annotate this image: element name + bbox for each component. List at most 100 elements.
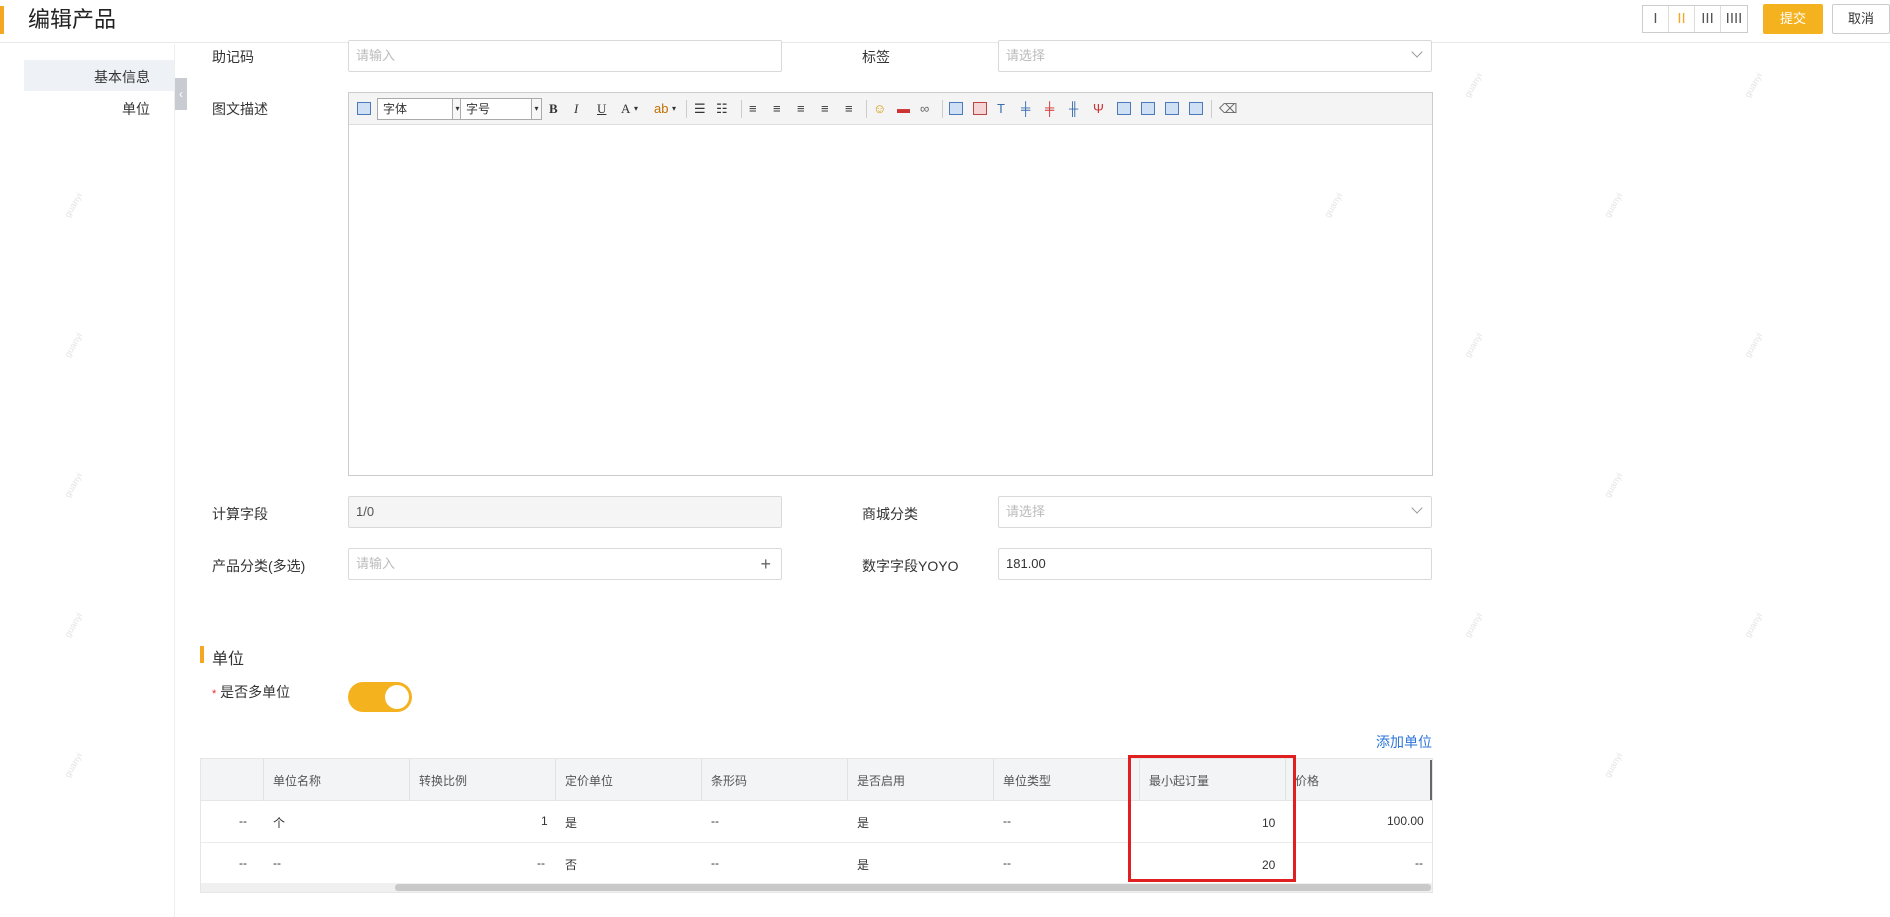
align-justify-icon[interactable]: ≡: [845, 101, 853, 117]
tags-select[interactable]: 请选择: [998, 40, 1432, 72]
page-title: 编辑产品: [28, 7, 117, 32]
merge-down-icon[interactable]: [1165, 102, 1179, 115]
font-color-icon[interactable]: A: [621, 101, 630, 117]
enabled-cell[interactable]: 是: [857, 856, 869, 873]
unordered-list-icon[interactable]: ☷: [716, 101, 728, 117]
chevron-down-icon: [1411, 502, 1423, 514]
mall-category-select[interactable]: 请选择: [998, 496, 1432, 528]
insert-table-icon[interactable]: [949, 102, 963, 115]
align-center-icon[interactable]: ≡: [797, 101, 805, 117]
enabled-cell[interactable]: 是: [857, 814, 869, 831]
column-header[interactable]: 价格: [1295, 772, 1319, 789]
product-category-label: 产品分类(多选): [212, 558, 306, 574]
ordered-list-icon[interactable]: ☰: [694, 101, 706, 117]
multi-unit-toggle[interactable]: [348, 682, 412, 712]
column-divider: [701, 759, 702, 801]
ratio-cell[interactable]: 1: [541, 814, 548, 828]
eraser-icon[interactable]: ⌫: [1219, 101, 1237, 117]
layout-3-column-button[interactable]: III: [1695, 6, 1721, 32]
font-family-select[interactable]: 字体: [377, 98, 453, 120]
underline-icon[interactable]: U: [597, 101, 606, 117]
number-field-label: 数字字段YOYO: [862, 558, 959, 574]
unit-type-cell[interactable]: --: [1003, 814, 1011, 828]
unit-type-cell[interactable]: --: [1003, 856, 1011, 870]
submit-button[interactable]: 提交: [1763, 4, 1823, 34]
indent-icon[interactable]: ≡: [749, 101, 757, 117]
product-category-input[interactable]: 请输入 +: [348, 548, 782, 580]
scrollbar-thumb[interactable]: [395, 884, 1431, 891]
price-cell[interactable]: --: [1415, 856, 1423, 870]
price-cell[interactable]: 100.00: [1387, 814, 1424, 828]
column-divider: [555, 759, 556, 801]
title-accent-bar: [0, 6, 4, 34]
nav-item-basic-info[interactable]: 基本信息: [94, 67, 150, 87]
column-header[interactable]: 单位名称: [273, 772, 321, 789]
highlight-dropdown-icon[interactable]: ▾: [672, 101, 676, 117]
required-star: *: [212, 688, 217, 700]
delete-table-icon[interactable]: [973, 102, 987, 115]
align-right-icon[interactable]: ≡: [821, 101, 829, 117]
layout-1-column-button[interactable]: I: [1643, 6, 1669, 32]
toolbar-divider: [866, 100, 867, 118]
product-category-placeholder: 请输入: [356, 556, 396, 571]
unit-name-cell[interactable]: 个: [273, 814, 285, 831]
highlight-annotation-box: [1128, 755, 1296, 882]
pricing-unit-cell[interactable]: 是: [565, 814, 577, 831]
merge-cells-icon[interactable]: [1117, 102, 1131, 115]
number-field-input[interactable]: 181.00: [998, 548, 1432, 580]
image-icon[interactable]: ▬: [897, 101, 910, 117]
column-header[interactable]: 单位类型: [1003, 772, 1051, 789]
computed-field-label: 计算字段: [212, 506, 268, 522]
font-size-select[interactable]: 字号: [460, 98, 532, 120]
column-header[interactable]: 条形码: [711, 772, 747, 789]
delete-column-icon[interactable]: Ψ: [1093, 101, 1104, 117]
toolbar-divider: [1211, 100, 1212, 118]
column-header[interactable]: 定价单位: [565, 772, 613, 789]
align-left-icon[interactable]: ≡: [773, 101, 781, 117]
editor-content-area[interactable]: [349, 125, 1432, 475]
cancel-button[interactable]: 取消: [1832, 4, 1890, 34]
add-icon[interactable]: +: [760, 549, 771, 579]
toggle-knob: [385, 685, 409, 709]
column-header[interactable]: 转换比例: [419, 772, 467, 789]
mnemonic-input[interactable]: 请输入: [348, 40, 782, 72]
column-divider: [409, 759, 410, 801]
unit-name-cell[interactable]: --: [273, 856, 281, 870]
horizontal-scrollbar[interactable]: [201, 883, 1432, 892]
editor-toolbar: 字体 ▾ 字号 ▾ B I U A ▾ ab ▾ ☰ ☷ ≡ ≡ ≡ ≡ ≡ ☺…: [349, 93, 1432, 125]
barcode-cell[interactable]: --: [711, 856, 719, 870]
ratio-cell[interactable]: --: [537, 856, 545, 870]
insert-row-icon[interactable]: ╪: [1021, 101, 1030, 117]
anchor-nav: 基本信息 单位: [0, 44, 175, 917]
column-divider: [847, 759, 848, 801]
pricing-unit-cell[interactable]: 否: [565, 856, 577, 873]
mall-category-label: 商城分类: [862, 506, 918, 522]
delete-row-icon[interactable]: ╪: [1045, 101, 1054, 117]
insert-column-icon[interactable]: ╫: [1069, 101, 1078, 117]
rich-text-editor: 字体 ▾ 字号 ▾ B I U A ▾ ab ▾ ☰ ☷ ≡ ≡ ≡ ≡ ≡ ☺…: [348, 92, 1433, 476]
source-code-icon[interactable]: [357, 102, 371, 115]
link-icon[interactable]: ∞: [920, 101, 929, 117]
column-layout-switch: I II III IIII: [1642, 5, 1748, 33]
font-size-dropdown-icon[interactable]: ▾: [532, 98, 542, 120]
nav-item-unit[interactable]: 单位: [122, 99, 150, 119]
font-color-dropdown-icon[interactable]: ▾: [634, 101, 638, 117]
section-accent-bar: [200, 646, 204, 663]
column-header[interactable]: 是否启用: [857, 772, 905, 789]
row-index: --: [239, 814, 247, 828]
emoji-icon[interactable]: ☺: [873, 101, 886, 117]
layout-2-column-button[interactable]: II: [1669, 6, 1695, 32]
collapse-nav-button[interactable]: ‹: [175, 78, 187, 110]
table-props-icon[interactable]: T: [997, 101, 1005, 117]
bold-icon[interactable]: B: [549, 101, 558, 117]
add-unit-link[interactable]: 添加单位: [1376, 732, 1432, 752]
mall-category-placeholder: 请选择: [1006, 504, 1046, 519]
italic-icon[interactable]: I: [574, 101, 578, 117]
tags-select-placeholder: 请选择: [1006, 48, 1046, 63]
merge-right-icon[interactable]: [1141, 102, 1155, 115]
unit-section-title: 单位: [212, 651, 245, 668]
split-cells-icon[interactable]: [1189, 102, 1203, 115]
layout-4-column-button[interactable]: IIII: [1721, 6, 1747, 32]
highlight-color-icon[interactable]: ab: [654, 101, 668, 117]
barcode-cell[interactable]: --: [711, 814, 719, 828]
